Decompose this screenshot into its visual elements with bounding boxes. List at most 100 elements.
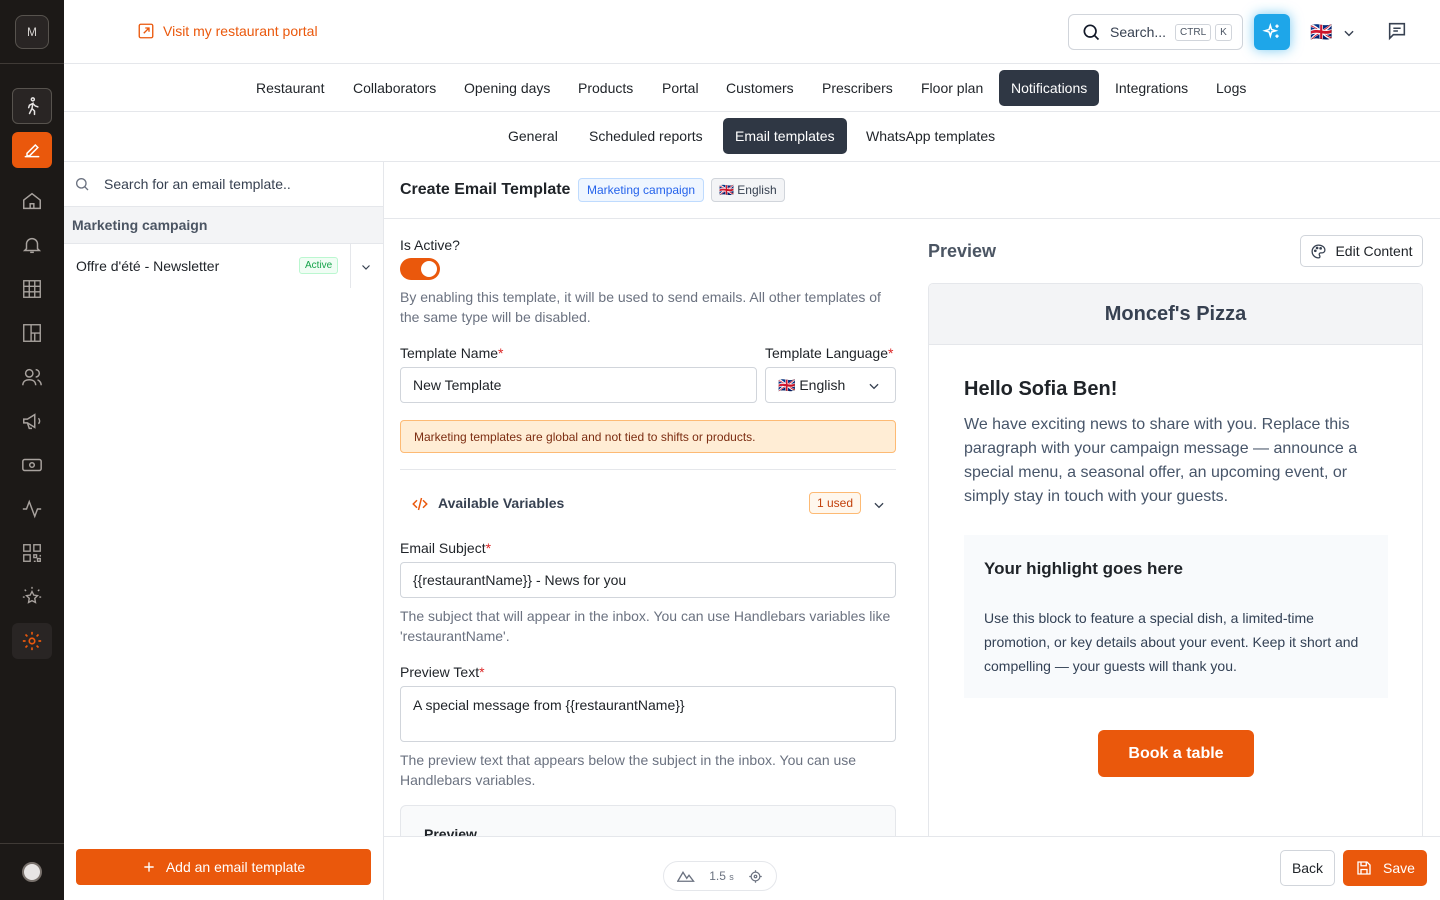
messages-button[interactable] [1386, 20, 1408, 42]
walking-person-icon [27, 97, 39, 116]
edit-content-button[interactable]: Edit Content [1300, 235, 1423, 267]
tab-notifications[interactable]: Notifications [999, 70, 1100, 106]
sidebar-item-marketing[interactable] [12, 403, 52, 439]
tab-customers[interactable]: Customers [726, 70, 794, 106]
kbd-k: K [1215, 23, 1232, 41]
sidebar-item-home[interactable] [12, 183, 52, 219]
avatar[interactable] [22, 862, 42, 882]
chevron-down-icon [362, 265, 370, 270]
sidebar-item-reviews[interactable] [12, 579, 52, 615]
workspace-logo-letter: M [27, 25, 37, 39]
preview-text-value: A special message from {{restaurantName}… [413, 697, 685, 713]
sidebar-item-customers[interactable] [12, 359, 52, 395]
tab-integrations[interactable]: Integrations [1115, 70, 1188, 106]
visit-portal-link[interactable]: Visit my restaurant portal [137, 22, 318, 40]
email-subject-input[interactable]: {{restaurantName}} - News for you [400, 562, 896, 598]
sidebar-item-walk-in[interactable] [12, 88, 52, 124]
top-bar: Visit my restaurant portal Search... CTR… [64, 0, 1440, 64]
settings-tabs: Restaurant Collaborators Opening days Pr… [64, 64, 1440, 112]
tab-products[interactable]: Products [578, 70, 633, 106]
template-name-value: New Template [413, 377, 502, 393]
sidebar-item-calendar-grid[interactable] [12, 271, 52, 307]
sidebar-divider [0, 63, 64, 64]
preview-card-label: Preview [424, 826, 477, 836]
subtab-scheduled-reports[interactable]: Scheduled reports [589, 118, 703, 154]
template-language-chip: 🇬🇧 English [711, 178, 785, 202]
template-form: Is Active? By enabling this template, it… [400, 219, 896, 836]
variables-used-badge: 1 used [809, 492, 862, 514]
sidebar: M [0, 0, 64, 900]
plus-icon [144, 862, 154, 872]
workspace-logo[interactable]: M [15, 15, 49, 49]
sidebar-item-editor[interactable] [12, 132, 52, 168]
template-search[interactable]: Search for an email template.. [64, 162, 383, 207]
editor-header: Create Email Template Marketing campaign… [384, 162, 1440, 219]
is-active-help: By enabling this template, it will be us… [400, 289, 881, 325]
performance-indicator[interactable]: 1.5 s [663, 861, 777, 891]
ai-assistant-button[interactable] [1254, 14, 1290, 50]
save-label: Save [1383, 860, 1415, 876]
sidebar-item-payments[interactable] [12, 447, 52, 483]
sidebar-item-qr-codes[interactable] [12, 535, 52, 571]
perf-unit: s [729, 872, 734, 882]
chevron-down-icon [869, 383, 879, 390]
email-header: Moncef's Pizza [929, 284, 1422, 345]
back-button[interactable]: Back [1280, 850, 1335, 886]
home-icon [23, 192, 41, 210]
notification-subtabs: General Scheduled reports Email template… [64, 112, 1440, 162]
language-selector[interactable]: 🇬🇧 [1310, 22, 1356, 43]
megaphone-icon [23, 413, 41, 430]
template-group-header: Marketing campaign [64, 207, 383, 244]
template-language-select[interactable]: 🇬🇧 English [765, 367, 896, 403]
sidebar-item-analytics[interactable] [12, 491, 52, 527]
chevron-down-icon [1344, 30, 1355, 36]
tab-restaurant[interactable]: Restaurant [256, 70, 324, 106]
sidebar-item-settings[interactable] [12, 623, 52, 659]
palette-icon [1311, 243, 1326, 259]
kbd-ctrl: CTRL [1175, 23, 1212, 41]
tab-logs[interactable]: Logs [1216, 70, 1246, 106]
gear-icon [22, 631, 42, 651]
preview-title: Preview [928, 241, 997, 261]
crosshair-icon [749, 869, 762, 883]
mountain-logo-icon [677, 870, 695, 882]
template-search-input[interactable]: Search for an email template.. [104, 176, 291, 192]
subtab-whatsapp-templates[interactable]: WhatsApp templates [866, 118, 995, 154]
preview-text-input[interactable]: A special message from {{restaurantName}… [400, 686, 896, 742]
tab-prescribers[interactable]: Prescribers [822, 70, 893, 106]
section-divider [400, 469, 896, 470]
book-table-button[interactable]: Book a table [1098, 730, 1254, 777]
preview-card: Preview [400, 805, 896, 836]
preview-text-help: The preview text that appears below the … [400, 752, 857, 788]
tab-portal[interactable]: Portal [662, 70, 699, 106]
subtab-email-templates[interactable]: Email templates [723, 118, 847, 154]
money-icon [22, 458, 42, 472]
tab-floor-plan[interactable]: Floor plan [921, 70, 983, 106]
users-icon [22, 368, 42, 386]
subtab-general[interactable]: General [508, 118, 558, 154]
message-icon [1388, 22, 1406, 41]
preview-text-label-text: Preview Text [400, 664, 480, 680]
sidebar-item-floor-plan[interactable] [12, 315, 52, 351]
star-sparkle-icon [22, 586, 42, 604]
sidebar-item-notifications[interactable] [12, 227, 52, 263]
search-icon [76, 178, 89, 191]
template-name-label-text: Template Name [400, 345, 499, 361]
sidebar-divider-bottom [0, 843, 64, 844]
qr-code-icon [23, 544, 41, 562]
is-active-toggle[interactable] [400, 258, 440, 280]
add-email-template-button[interactable]: Add an email template [76, 849, 371, 885]
global-search[interactable]: Search... CTRL K [1068, 14, 1243, 50]
tab-opening-days[interactable]: Opening days [464, 70, 550, 106]
bell-icon [22, 237, 42, 254]
status-badge: Active [299, 257, 339, 274]
code-icon [412, 497, 428, 511]
expand-item-button[interactable] [360, 261, 372, 273]
visit-portal-label: Visit my restaurant portal [163, 23, 318, 39]
save-button[interactable]: Save [1343, 850, 1427, 886]
highlight-body: Use this block to feature a special dish… [984, 610, 1359, 674]
tab-collaborators[interactable]: Collaborators [353, 70, 436, 106]
sparkles-icon [1262, 22, 1279, 39]
template-name-input[interactable]: New Template [400, 367, 757, 403]
list-item[interactable]: Offre d'été - Newsletter Active [64, 244, 383, 288]
